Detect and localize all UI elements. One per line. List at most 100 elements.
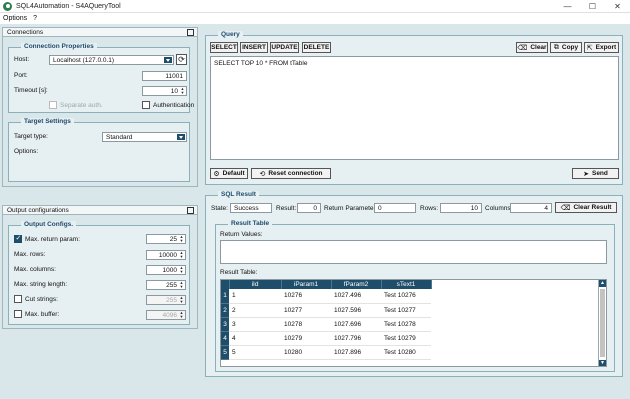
table-row[interactable]: 3 3 10278 1027.696 Test 10278	[221, 317, 431, 332]
table-cell[interactable]: Test 10278	[381, 317, 431, 332]
column-header[interactable]: fParam2	[331, 280, 382, 289]
timeout-stepper[interactable]: 10 ▲ ▼	[142, 86, 187, 96]
export-button[interactable]: ⇱ Export	[584, 42, 619, 53]
table-cell[interactable]: 2	[229, 303, 281, 318]
clear-result-button[interactable]: ⌫ Clear Result	[555, 202, 617, 213]
insert-button[interactable]: INSERT	[240, 42, 268, 53]
table-row[interactable]: 4 4 10279 1027.796 Test 10279	[221, 331, 431, 346]
table-cell[interactable]: 5	[229, 345, 281, 360]
authentication-checkbox[interactable]	[142, 101, 150, 109]
table-cell[interactable]: 1027.496	[331, 289, 381, 304]
table-cell[interactable]: 10280	[281, 345, 331, 360]
row-number[interactable]: 4	[221, 331, 229, 346]
spinner-arrows-icon[interactable]: ▲ ▼	[179, 235, 184, 243]
select-button[interactable]: SELECT	[210, 42, 238, 53]
host-select[interactable]: Localhost (127.0.0.1)	[49, 55, 174, 65]
spinner-arrows-icon[interactable]: ▲ ▼	[179, 281, 184, 289]
row-number[interactable]: 1	[221, 289, 229, 304]
rows-field: 10	[440, 203, 482, 213]
column-header[interactable]: iId	[229, 280, 282, 289]
table-cell[interactable]: 1027.796	[331, 331, 381, 346]
spinner-arrows-icon[interactable]: ▲ ▼	[179, 296, 184, 304]
table-cell[interactable]: Test 10276	[381, 289, 431, 304]
port-label: Port:	[14, 72, 28, 79]
table-cell[interactable]: 10278	[281, 317, 331, 332]
table-cell[interactable]: 1	[229, 289, 281, 304]
table-row[interactable]: 2 2 10277 1027.596 Test 10277	[221, 303, 431, 318]
close-button[interactable]: ✕	[605, 0, 630, 13]
clear-button[interactable]: ⌫ Clear	[516, 42, 548, 53]
spinner-arrows-icon[interactable]: ▲ ▼	[179, 266, 184, 274]
reset-connection-button[interactable]: ⟲ Reset connection	[251, 168, 331, 179]
table-row[interactable]: 1 1 10276 1027.496 Test 10276	[221, 289, 431, 304]
max-return-param-stepper[interactable]: 25 ▲ ▼	[146, 234, 186, 244]
scroll-thumb[interactable]	[600, 289, 605, 357]
result-grid[interactable]: iId iParam1 fParam2 sText1 1 1 10276 102…	[220, 279, 607, 367]
max-buffer-value: 4096	[162, 311, 177, 319]
target-type-select[interactable]: Standard	[102, 132, 187, 142]
app-logo-icon	[3, 1, 12, 11]
table-cell[interactable]: Test 10279	[381, 331, 431, 346]
table-cell[interactable]: 10277	[281, 303, 331, 318]
maximize-button[interactable]: ☐	[580, 0, 605, 13]
max-columns-stepper[interactable]: 1000 ▲ ▼	[146, 265, 186, 275]
query-text: SELECT TOP 10 * FROM tTable	[214, 60, 308, 67]
table-cell[interactable]: Test 10280	[381, 345, 431, 360]
delete-button[interactable]: DELETE	[302, 42, 331, 53]
spinner-arrows-icon[interactable]: ▲ ▼	[179, 311, 184, 319]
refresh-icon: ⟳	[178, 55, 185, 64]
table-cell[interactable]: 10276	[281, 289, 331, 304]
table-cell[interactable]: 10279	[281, 331, 331, 346]
table-cell[interactable]: 3	[229, 317, 281, 332]
max-buffer-checkbox[interactable]	[14, 310, 22, 318]
vertical-scrollbar[interactable]: ▲ ▼	[598, 280, 606, 366]
menu-options[interactable]: Options	[3, 15, 27, 22]
update-button[interactable]: UPDATE	[270, 42, 299, 53]
scroll-down-icon[interactable]: ▼	[599, 360, 606, 366]
expand-icon[interactable]	[187, 29, 194, 36]
row-number[interactable]: 2	[221, 303, 229, 318]
result-field: 0	[297, 203, 321, 213]
copy-button[interactable]: ⧉ Copy	[550, 42, 582, 53]
table-header-row: iId iParam1 fParam2 sText1	[221, 280, 432, 289]
spinner-arrows-icon[interactable]: ▲ ▼	[179, 251, 184, 259]
max-columns-label: Max. columns:	[14, 266, 56, 273]
column-header[interactable]: sText1	[381, 280, 432, 289]
max-return-param-checkbox[interactable]	[14, 234, 22, 243]
eraser-icon: ⌫	[560, 204, 571, 212]
table-cell[interactable]: 4	[229, 331, 281, 346]
cut-strings-stepper[interactable]: 255 ▲ ▼	[146, 295, 186, 305]
port-input[interactable]: 11001	[142, 71, 187, 81]
eraser-icon: ⌫	[517, 44, 528, 52]
expand-icon[interactable]	[187, 207, 194, 214]
default-button[interactable]: ⚙ Default	[210, 168, 248, 179]
max-string-length-stepper[interactable]: 255 ▲ ▼	[146, 280, 186, 290]
separate-auth-checkbox[interactable]	[49, 101, 57, 109]
table-cell[interactable]: Test 10277	[381, 303, 431, 318]
scroll-up-icon[interactable]: ▲	[599, 280, 606, 287]
default-label: Default	[222, 170, 245, 177]
max-rows-stepper[interactable]: 10000 ▲ ▼	[146, 250, 186, 260]
refresh-button[interactable]: ⟳	[176, 54, 187, 65]
table-cell[interactable]: 1027.896	[331, 345, 381, 360]
query-editor[interactable]: SELECT TOP 10 * FROM tTable	[210, 56, 619, 160]
max-buffer-stepper[interactable]: 4096 ▲ ▼	[146, 310, 186, 320]
spinner-arrows-icon[interactable]: ▲ ▼	[180, 87, 185, 95]
cut-strings-checkbox[interactable]	[14, 295, 22, 303]
table-cell[interactable]: 1027.596	[331, 303, 381, 318]
result-value: 0	[313, 204, 317, 212]
table-cell[interactable]: 1027.696	[331, 317, 381, 332]
row-number[interactable]: 5	[221, 345, 229, 360]
send-button[interactable]: ➤ Send	[572, 168, 619, 179]
table-row[interactable]: 5 5 10280 1027.896 Test 10280	[221, 345, 431, 360]
max-return-param-label: Max. return param:	[25, 236, 80, 243]
corner-cell	[221, 280, 230, 289]
row-number[interactable]: 3	[221, 317, 229, 332]
return-values-box[interactable]	[220, 240, 607, 264]
minimize-button[interactable]: —	[555, 0, 580, 13]
max-buffer-label: Max. buffer:	[25, 311, 60, 318]
result-table-title: Result Table	[228, 220, 273, 227]
column-header[interactable]: iParam1	[281, 280, 332, 289]
state-field: Success	[230, 203, 272, 213]
menu-help[interactable]: ?	[33, 15, 37, 22]
